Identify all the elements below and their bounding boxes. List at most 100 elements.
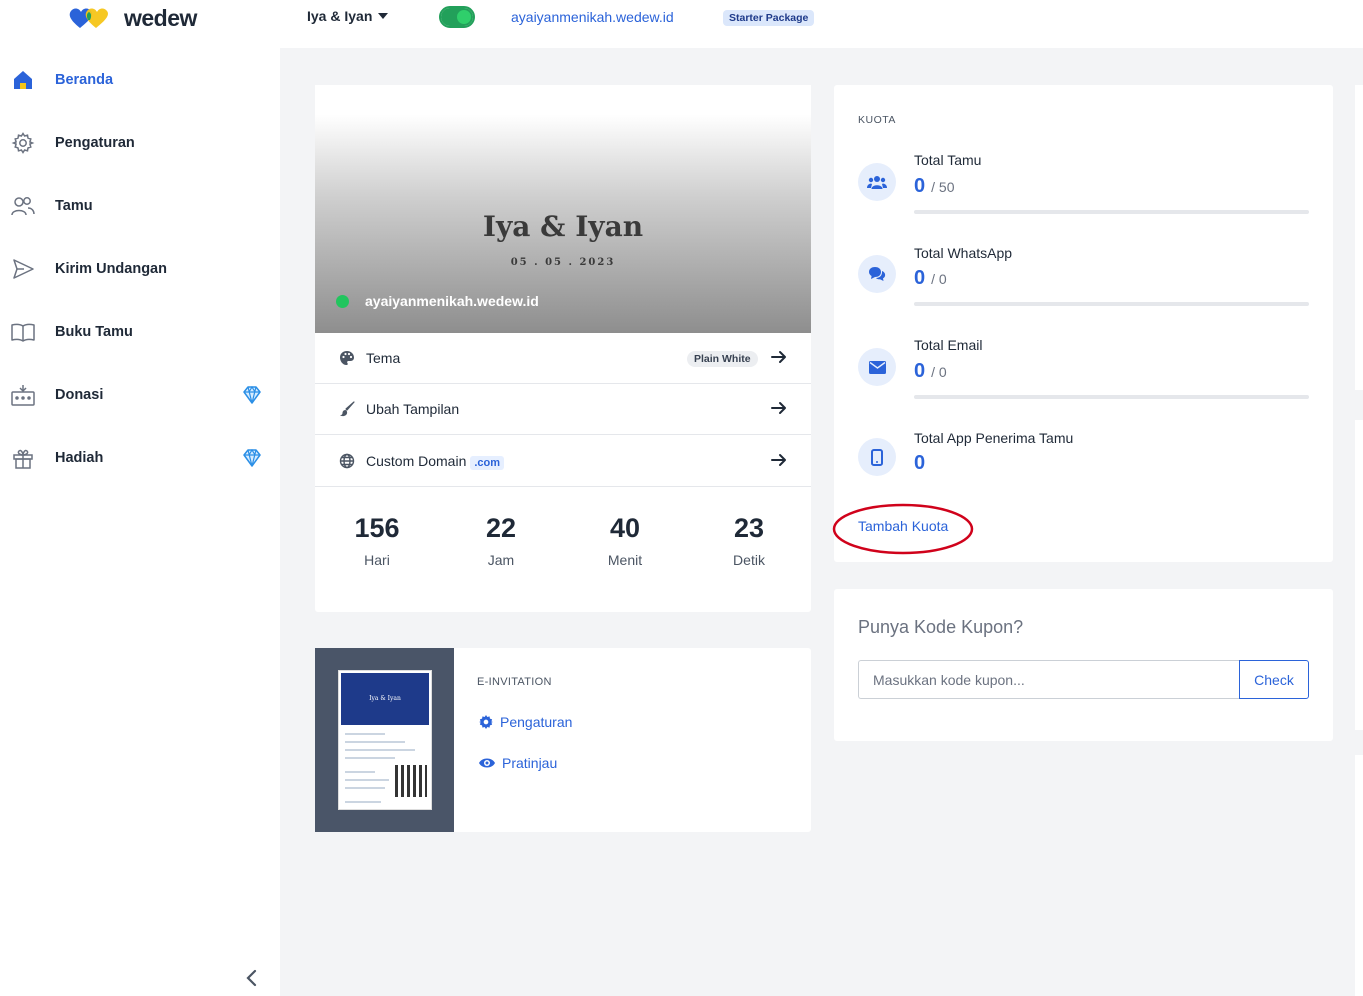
text-line bbox=[345, 779, 389, 781]
offscreen-card-edge bbox=[1355, 755, 1363, 996]
chevron-left-icon bbox=[246, 969, 257, 987]
sidebar-item-hadiah[interactable]: Hadiah bbox=[0, 436, 280, 480]
site-url-link[interactable]: ayaiyanmenikah.wedew.id bbox=[511, 9, 674, 25]
palette-icon bbox=[340, 351, 354, 365]
eye-icon bbox=[479, 758, 495, 768]
site-active-toggle[interactable] bbox=[439, 6, 475, 28]
quota-used: 0 bbox=[914, 175, 926, 197]
e-invitation-preview-link[interactable]: Pratinjau bbox=[478, 755, 557, 771]
text-line bbox=[345, 801, 381, 803]
sidebar-item-label: Tamu bbox=[55, 198, 93, 214]
sidebar-item-kirim-undangan[interactable]: Kirim Undangan bbox=[0, 247, 280, 291]
total-email-value: 0 / 0 bbox=[914, 360, 947, 383]
total-tamu-value: 0 / 50 bbox=[914, 175, 954, 198]
gear-icon bbox=[10, 130, 36, 156]
countdown-unit: Menit bbox=[607, 552, 643, 568]
e-invitation-heading: E-INVITATION bbox=[477, 676, 552, 688]
group-icon bbox=[858, 163, 896, 201]
custom-domain-row[interactable]: Custom Domain .com bbox=[315, 436, 811, 487]
total-app-penerima-label: Total App Penerima Tamu bbox=[914, 430, 1074, 446]
envelope-icon bbox=[858, 348, 896, 386]
custom-domain-text: Custom Domain bbox=[366, 453, 467, 469]
total-tamu-progress bbox=[914, 210, 1309, 214]
countdown-unit: Detik bbox=[733, 552, 765, 568]
qr-code-image bbox=[395, 765, 427, 797]
total-email-progress bbox=[914, 395, 1309, 399]
invitation-paper-title: Iya & Iyan bbox=[369, 695, 401, 702]
collapse-sidebar-button[interactable] bbox=[240, 966, 264, 990]
wedding-countdown: 156 Hari 22 Jam 40 Menit 23 Detik bbox=[315, 510, 811, 580]
sidebar-item-donasi[interactable]: Donasi bbox=[0, 373, 280, 417]
invitation-preview-hero[interactable]: Iya & Iyan 05 . 05 . 2023 ayaiyanmenikah… bbox=[315, 85, 811, 333]
total-whatsapp-label: Total WhatsApp bbox=[914, 245, 1013, 261]
sidebar-item-label: Beranda bbox=[55, 72, 114, 88]
online-status-dot bbox=[336, 295, 349, 308]
text-line bbox=[345, 741, 405, 743]
tema-row[interactable]: Tema Plain White bbox=[315, 333, 811, 384]
users-icon bbox=[10, 193, 36, 219]
couple-selector-dropdown[interactable]: Iya & Iyan bbox=[307, 8, 389, 24]
countdown-seconds: 23 Detik bbox=[687, 510, 811, 568]
gift-icon bbox=[10, 445, 36, 471]
total-tamu-label: Total Tamu bbox=[914, 152, 982, 168]
text-line bbox=[345, 771, 375, 773]
ubah-tampilan-row[interactable]: Ubah Tampilan bbox=[315, 384, 811, 435]
gear-icon bbox=[479, 715, 493, 729]
sidebar-item-label: Pengaturan bbox=[55, 135, 135, 151]
book-icon bbox=[10, 319, 36, 345]
offscreen-card-edge bbox=[1355, 420, 1363, 730]
quota-used: 0 bbox=[914, 267, 926, 289]
package-badge: Starter Package bbox=[723, 10, 815, 26]
sidebar-item-beranda[interactable]: Beranda bbox=[0, 58, 280, 102]
custom-domain-label: Custom Domain .com bbox=[366, 453, 505, 470]
countdown-value: 23 bbox=[733, 513, 765, 543]
sidebar-item-buku-tamu[interactable]: Buku Tamu bbox=[0, 310, 280, 354]
arrow-right-icon bbox=[771, 351, 786, 363]
sidebar-item-label: Kirim Undangan bbox=[55, 261, 167, 277]
text-line bbox=[345, 749, 415, 751]
sidebar-item-pengaturan[interactable]: Pengaturan bbox=[0, 121, 280, 165]
sidebar-item-tamu[interactable]: Tamu bbox=[0, 184, 280, 228]
quota-heading: KUOTA bbox=[858, 114, 896, 126]
coupon-code-input[interactable] bbox=[858, 660, 1240, 699]
countdown-value: 156 bbox=[354, 513, 400, 543]
text-line bbox=[345, 757, 395, 759]
toggle-knob bbox=[441, 8, 473, 26]
home-icon bbox=[10, 67, 36, 93]
quota-used: 0 bbox=[914, 452, 926, 474]
quota-used: 0 bbox=[914, 360, 926, 382]
total-email-label: Total Email bbox=[914, 337, 983, 353]
mobile-icon bbox=[858, 438, 896, 476]
domain-tld-badge: .com bbox=[470, 456, 505, 470]
sidebar-item-label: Hadiah bbox=[55, 450, 104, 466]
e-invitation-preview-label: Pratinjau bbox=[502, 755, 558, 771]
send-icon bbox=[10, 256, 36, 282]
quota-card bbox=[834, 85, 1333, 562]
coupon-check-button[interactable]: Check bbox=[1239, 660, 1309, 699]
sidebar: wedew Beranda Pengaturan Tamu Kirim Unda… bbox=[0, 0, 280, 996]
hero-site-url: ayaiyanmenikah.wedew.id bbox=[365, 293, 539, 309]
invitation-paper-header: Iya & Iyan bbox=[341, 673, 429, 725]
brush-icon bbox=[340, 401, 355, 417]
text-line bbox=[345, 787, 385, 789]
hero-couple-names: Iya & Iyan bbox=[482, 210, 644, 243]
brand-logo[interactable]: wedew bbox=[68, 4, 197, 32]
countdown-unit: Hari bbox=[364, 552, 390, 568]
hearts-logo-icon bbox=[69, 8, 108, 28]
globe-icon bbox=[339, 453, 355, 469]
brand-name: wedew bbox=[124, 4, 197, 31]
countdown-unit: Jam bbox=[487, 552, 515, 568]
e-invitation-thumbnail[interactable]: Iya & Iyan bbox=[315, 648, 454, 832]
quota-max: / 0 bbox=[931, 364, 947, 380]
sidebar-item-label: Buku Tamu bbox=[55, 324, 133, 340]
sidebar-item-label: Donasi bbox=[55, 387, 104, 403]
top-bar: Iya & Iyan ayaiyanmenikah.wedew.id Start… bbox=[280, 0, 1363, 48]
ubah-tampilan-label: Ubah Tampilan bbox=[366, 401, 460, 417]
countdown-hours: 22 Jam bbox=[439, 510, 563, 568]
arrow-right-icon bbox=[771, 402, 786, 414]
caret-down-icon bbox=[378, 13, 389, 19]
e-invitation-settings-link[interactable]: Pengaturan bbox=[478, 714, 572, 730]
e-invitation-settings-label: Pengaturan bbox=[500, 714, 573, 730]
theme-name-badge: Plain White bbox=[687, 351, 758, 367]
hero-wedding-date: 05 . 05 . 2023 bbox=[510, 257, 616, 268]
